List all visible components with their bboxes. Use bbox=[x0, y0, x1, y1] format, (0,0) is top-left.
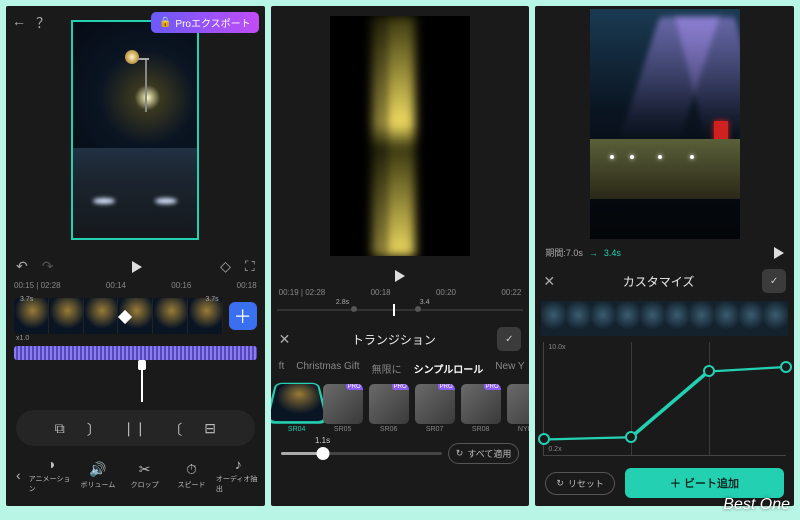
tool-audio-extract[interactable]: ♪オーディオ抽出 bbox=[216, 456, 261, 494]
pro-export-label: Proエクスポート bbox=[175, 15, 250, 30]
tab-prev[interactable]: ft bbox=[279, 361, 285, 376]
section-title: カスタマイズ bbox=[563, 273, 754, 290]
tool-volume[interactable]: 🔊ボリューム bbox=[75, 461, 120, 490]
add-beat-button[interactable]: ＋ ビート追加 bbox=[625, 468, 784, 498]
back-icon[interactable]: ← bbox=[12, 13, 26, 33]
volume-icon: 🔊 bbox=[89, 461, 106, 478]
keyframe-icon[interactable]: ◇ bbox=[220, 258, 231, 275]
copy-icon[interactable]: ⧉ bbox=[55, 420, 65, 440]
lock-icon: 🔒 bbox=[159, 17, 171, 28]
preview-area bbox=[271, 6, 530, 266]
duration-value: 1.1s bbox=[315, 436, 330, 445]
close-icon[interactable]: ✕ bbox=[543, 273, 555, 290]
timecode-row: 00:19 | 02:28 00:18 00:20 00:22 bbox=[271, 286, 530, 299]
editor-panel-tools: ← ？ 🔒 Proエクスポート ◇ ⛶ bbox=[6, 6, 265, 506]
split-right-icon[interactable]: 〔 bbox=[168, 420, 182, 440]
reset-button[interactable]: ↻ リセット bbox=[545, 472, 615, 495]
toolbar-back-icon[interactable]: ‹ bbox=[10, 467, 27, 483]
split-icon[interactable]: ❘❘ bbox=[123, 420, 146, 440]
playhead[interactable] bbox=[141, 362, 143, 402]
confirm-button[interactable]: ✓ bbox=[762, 269, 786, 293]
preset-sr04[interactable]: SR04 bbox=[277, 384, 317, 433]
curve-point[interactable] bbox=[538, 433, 550, 445]
preset-sr06[interactable]: PROSR06 bbox=[369, 384, 409, 433]
speed-indicator: x1.0 bbox=[16, 335, 29, 342]
curve-point[interactable] bbox=[703, 365, 715, 377]
tool-speed[interactable]: ⏱スピード bbox=[169, 461, 214, 490]
confirm-button[interactable]: ✓ bbox=[497, 327, 521, 351]
watermark: Best One bbox=[723, 496, 790, 514]
split-left-icon[interactable]: 〕 bbox=[87, 420, 101, 440]
close-icon[interactable]: ✕ bbox=[279, 331, 291, 348]
preset-sr08[interactable]: PROSR08 bbox=[461, 384, 501, 433]
preset-ny01[interactable]: PRONY01 bbox=[507, 384, 530, 433]
quick-tools: ⧉ 〕 ❘❘ 〔 ⊟ bbox=[16, 410, 255, 446]
editor-panel-transition: 00:19 | 02:28 00:18 00:20 00:22 2.8s 3.4… bbox=[271, 6, 530, 506]
add-clip-button[interactable]: ＋ bbox=[229, 302, 257, 330]
curve-point[interactable] bbox=[780, 361, 792, 373]
speed-curve-graph[interactable]: 10.0x 0.2x bbox=[543, 342, 786, 456]
play-button[interactable] bbox=[395, 270, 405, 282]
animation-icon: ◑ bbox=[47, 456, 55, 472]
redo-icon[interactable] bbox=[42, 258, 54, 275]
preview-area bbox=[535, 6, 794, 242]
transition-scrubber[interactable]: 2.8s 3.4 bbox=[277, 301, 524, 319]
tab-christmas-gift[interactable]: Christmas Gift bbox=[296, 361, 359, 376]
preset-sr05[interactable]: PROSR05 bbox=[323, 384, 363, 433]
tab-infinite[interactable]: 無限に bbox=[372, 361, 402, 376]
play-button[interactable] bbox=[132, 261, 142, 273]
duration-from: 期間:7.0s bbox=[545, 246, 583, 259]
undo-icon[interactable] bbox=[16, 258, 28, 275]
refresh-icon: ↻ bbox=[556, 478, 564, 489]
tab-new-year[interactable]: New Y bbox=[495, 361, 524, 376]
audio-extract-icon: ♪ bbox=[235, 456, 242, 472]
filmstrip[interactable] bbox=[541, 301, 788, 335]
video-frame bbox=[71, 20, 199, 240]
delete-part-icon[interactable]: ⊟ bbox=[204, 420, 216, 440]
tool-animation[interactable]: ◑アニメーション bbox=[29, 456, 74, 494]
apply-all-button[interactable]: ↻ すべて適用 bbox=[448, 443, 520, 464]
transition-presets: SR04 PROSR05 PROSR06 PROSR07 PROSR08 PRO… bbox=[271, 380, 530, 437]
transition-tabs: ft Christmas Gift 無限に シンプルロール New Y bbox=[271, 357, 530, 380]
preset-sr07[interactable]: PROSR07 bbox=[415, 384, 455, 433]
fullscreen-icon[interactable]: ⛶ bbox=[245, 258, 255, 275]
play-button[interactable] bbox=[774, 247, 784, 259]
crop-icon: ✂ bbox=[139, 461, 151, 478]
help-icon[interactable]: ？ bbox=[36, 13, 50, 33]
duration-to: 3.4s bbox=[604, 248, 621, 258]
tab-simple-roll[interactable]: シンプルロール bbox=[414, 361, 484, 376]
bottom-toolbar: ‹ ◑アニメーション 🔊ボリューム ✂クロップ ⏱スピード ♪オーディオ抽出 bbox=[6, 452, 265, 500]
section-title: トランジション bbox=[298, 331, 489, 348]
duration-slider[interactable]: 1.1s bbox=[281, 452, 442, 455]
editor-panel-customize: 期間:7.0s → 3.4s ✕ カスタマイズ ✓ 10.0x 0.2x bbox=[535, 6, 794, 506]
speed-icon: ⏱ bbox=[186, 461, 197, 478]
refresh-icon: ↻ bbox=[456, 448, 464, 459]
pro-export-button[interactable]: 🔒 Proエクスポート bbox=[151, 12, 259, 33]
timeline[interactable]: 3.7s 3.7s ＋ x1.0 bbox=[6, 294, 265, 344]
preview-area: ← ？ 🔒 Proエクスポート bbox=[6, 6, 265, 254]
curve-point[interactable] bbox=[625, 431, 637, 443]
timecode-row: 00:15 | 02:28 00:14 00:16 00:18 bbox=[6, 279, 265, 292]
tool-crop[interactable]: ✂クロップ bbox=[122, 461, 167, 490]
audio-track[interactable] bbox=[14, 346, 257, 360]
arrow-right-icon: → bbox=[589, 248, 598, 258]
